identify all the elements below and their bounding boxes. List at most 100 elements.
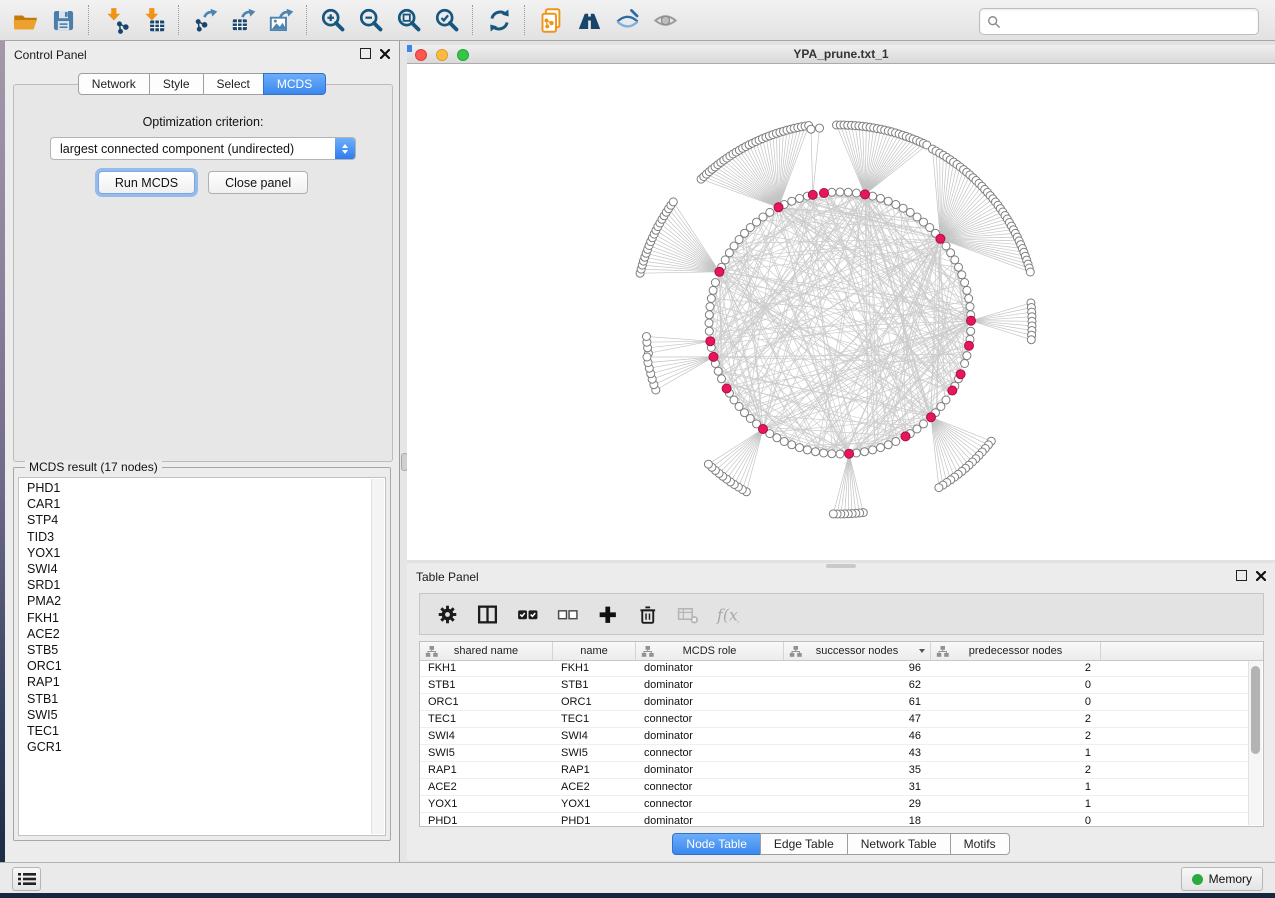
table-row-STB1[interactable]: STB1STB1dominator620 bbox=[420, 677, 1249, 694]
cell-MCDS-role[interactable]: dominator bbox=[636, 694, 784, 710]
mcds-result-item[interactable]: CAR1 bbox=[27, 496, 371, 512]
task-history-button[interactable] bbox=[12, 867, 41, 891]
sort-caret-icon[interactable] bbox=[919, 649, 925, 653]
criterion-dropdown[interactable]: largest connected component (undirected) bbox=[50, 137, 356, 160]
mcds-result-list[interactable]: PHD1CAR1STP4TID3YOX1SWI4SRD1PMA2FKH1ACE2… bbox=[18, 477, 386, 836]
table-settings-icon[interactable] bbox=[436, 603, 459, 626]
table-scrollbar[interactable] bbox=[1248, 661, 1262, 825]
mcds-result-item[interactable]: GCR1 bbox=[27, 739, 371, 755]
memory-button[interactable]: Memory bbox=[1181, 867, 1263, 891]
cell-MCDS-role[interactable]: dominator bbox=[636, 660, 784, 676]
cell-shared-name[interactable]: ACE2 bbox=[420, 779, 553, 795]
table-panel-grip[interactable] bbox=[826, 564, 856, 568]
select-all-rows-icon[interactable] bbox=[516, 603, 539, 626]
network-view-canvas[interactable] bbox=[407, 64, 1275, 560]
network-graph[interactable] bbox=[407, 64, 1275, 560]
cell-name[interactable]: TEC1 bbox=[553, 711, 636, 727]
cell-name[interactable]: STB1 bbox=[553, 677, 636, 693]
table-row-SWI5[interactable]: SWI5SWI5connector431 bbox=[420, 745, 1249, 762]
float-table-panel-icon[interactable] bbox=[1236, 570, 1247, 581]
cell-name[interactable]: RAP1 bbox=[553, 762, 636, 778]
cell-successor-nodes[interactable]: 46 bbox=[784, 728, 931, 744]
tab-motifs[interactable]: Motifs bbox=[950, 833, 1010, 855]
cell-predecessor-nodes[interactable]: 1 bbox=[931, 779, 1101, 795]
mcds-result-item[interactable]: ORC1 bbox=[27, 658, 371, 674]
table-row-RAP1[interactable]: RAP1RAP1dominator352 bbox=[420, 762, 1249, 779]
mcds-result-item[interactable]: PMA2 bbox=[27, 593, 371, 609]
cell-shared-name[interactable]: RAP1 bbox=[420, 762, 553, 778]
save-session-icon[interactable] bbox=[44, 3, 82, 37]
export-table-icon[interactable] bbox=[224, 3, 262, 37]
cell-predecessor-nodes[interactable]: 0 bbox=[931, 677, 1101, 693]
cell-predecessor-nodes[interactable]: 2 bbox=[931, 660, 1101, 676]
cell-name[interactable]: FKH1 bbox=[553, 660, 636, 676]
table-row-YOX1[interactable]: YOX1YOX1connector291 bbox=[420, 796, 1249, 813]
import-table-icon[interactable] bbox=[134, 3, 172, 37]
cell-successor-nodes[interactable]: 47 bbox=[784, 711, 931, 727]
mcds-result-item[interactable]: FKH1 bbox=[27, 610, 371, 626]
cell-name[interactable]: PHD1 bbox=[553, 813, 636, 826]
cell-successor-nodes[interactable]: 61 bbox=[784, 694, 931, 710]
cell-predecessor-nodes[interactable]: 0 bbox=[931, 694, 1101, 710]
cell-name[interactable]: ACE2 bbox=[553, 779, 636, 795]
cell-predecessor-nodes[interactable]: 2 bbox=[931, 728, 1101, 744]
mcds-result-item[interactable]: STB5 bbox=[27, 642, 371, 658]
close-table-panel-icon[interactable] bbox=[1256, 571, 1266, 581]
mcds-result-item[interactable]: SWI4 bbox=[27, 561, 371, 577]
cell-MCDS-role[interactable]: connector bbox=[636, 796, 784, 812]
mcds-result-item[interactable]: RAP1 bbox=[27, 674, 371, 690]
cell-predecessor-nodes[interactable]: 1 bbox=[931, 745, 1101, 761]
tab-node-table[interactable]: Node Table bbox=[672, 833, 761, 855]
cell-shared-name[interactable]: YOX1 bbox=[420, 796, 553, 812]
deselect-all-rows-icon[interactable] bbox=[556, 603, 579, 626]
cell-name[interactable]: YOX1 bbox=[553, 796, 636, 812]
cell-successor-nodes[interactable]: 35 bbox=[784, 762, 931, 778]
cell-shared-name[interactable]: FKH1 bbox=[420, 660, 553, 676]
open-network-document-icon[interactable] bbox=[532, 3, 570, 37]
table-row-TEC1[interactable]: TEC1TEC1connector472 bbox=[420, 711, 1249, 728]
cell-name[interactable]: ORC1 bbox=[553, 694, 636, 710]
open-file-icon[interactable] bbox=[6, 3, 44, 37]
cell-MCDS-role[interactable]: dominator bbox=[636, 677, 784, 693]
table-row-SWI4[interactable]: SWI4SWI4dominator462 bbox=[420, 728, 1249, 745]
network-window-titlebar[interactable]: YPA_prune.txt_1 bbox=[407, 45, 1275, 64]
cell-name[interactable]: SWI4 bbox=[553, 728, 636, 744]
zoom-fit-icon[interactable] bbox=[390, 3, 428, 37]
cell-predecessor-nodes[interactable]: 2 bbox=[931, 762, 1101, 778]
cell-MCDS-role[interactable]: dominator bbox=[636, 728, 784, 744]
column-header-MCDS-role[interactable]: MCDS role bbox=[636, 642, 784, 660]
zoom-in-icon[interactable] bbox=[314, 3, 352, 37]
cell-shared-name[interactable]: STB1 bbox=[420, 677, 553, 693]
run-mcds-button[interactable]: Run MCDS bbox=[98, 171, 195, 194]
mcds-result-item[interactable]: TID3 bbox=[27, 529, 371, 545]
float-panel-icon[interactable] bbox=[360, 48, 371, 59]
table-scrollbar-thumb[interactable] bbox=[1251, 666, 1260, 754]
tab-edge-table[interactable]: Edge Table bbox=[760, 833, 848, 855]
cell-shared-name[interactable]: SWI5 bbox=[420, 745, 553, 761]
mcds-result-item[interactable]: PHD1 bbox=[27, 480, 371, 496]
mcds-result-item[interactable]: STP4 bbox=[27, 512, 371, 528]
mcds-result-item[interactable]: YOX1 bbox=[27, 545, 371, 561]
zoom-selected-icon[interactable] bbox=[428, 3, 466, 37]
mcds-result-item[interactable]: ACE2 bbox=[27, 626, 371, 642]
mcds-result-item[interactable]: SRD1 bbox=[27, 577, 371, 593]
tab-select[interactable]: Select bbox=[203, 73, 264, 95]
table-row-ORC1[interactable]: ORC1ORC1dominator610 bbox=[420, 694, 1249, 711]
refresh-icon[interactable] bbox=[480, 3, 518, 37]
panel-splitter[interactable] bbox=[400, 41, 407, 862]
export-network-icon[interactable] bbox=[186, 3, 224, 37]
cell-successor-nodes[interactable]: 43 bbox=[784, 745, 931, 761]
show-graphics-details-icon[interactable] bbox=[646, 3, 684, 37]
close-panel-icon[interactable] bbox=[380, 49, 390, 59]
show-columns-icon[interactable] bbox=[476, 603, 499, 626]
mcds-result-item[interactable]: TEC1 bbox=[27, 723, 371, 739]
column-header-predecessor-nodes[interactable]: predecessor nodes bbox=[931, 642, 1101, 660]
cell-shared-name[interactable]: SWI4 bbox=[420, 728, 553, 744]
cell-shared-name[interactable]: ORC1 bbox=[420, 694, 553, 710]
cell-MCDS-role[interactable]: connector bbox=[636, 711, 784, 727]
table-row-ACE2[interactable]: ACE2ACE2connector311 bbox=[420, 779, 1249, 796]
import-network-icon[interactable] bbox=[96, 3, 134, 37]
cell-successor-nodes[interactable]: 29 bbox=[784, 796, 931, 812]
cell-shared-name[interactable]: PHD1 bbox=[420, 813, 553, 826]
node-table[interactable]: shared namename MCDS role successor node… bbox=[419, 641, 1264, 827]
